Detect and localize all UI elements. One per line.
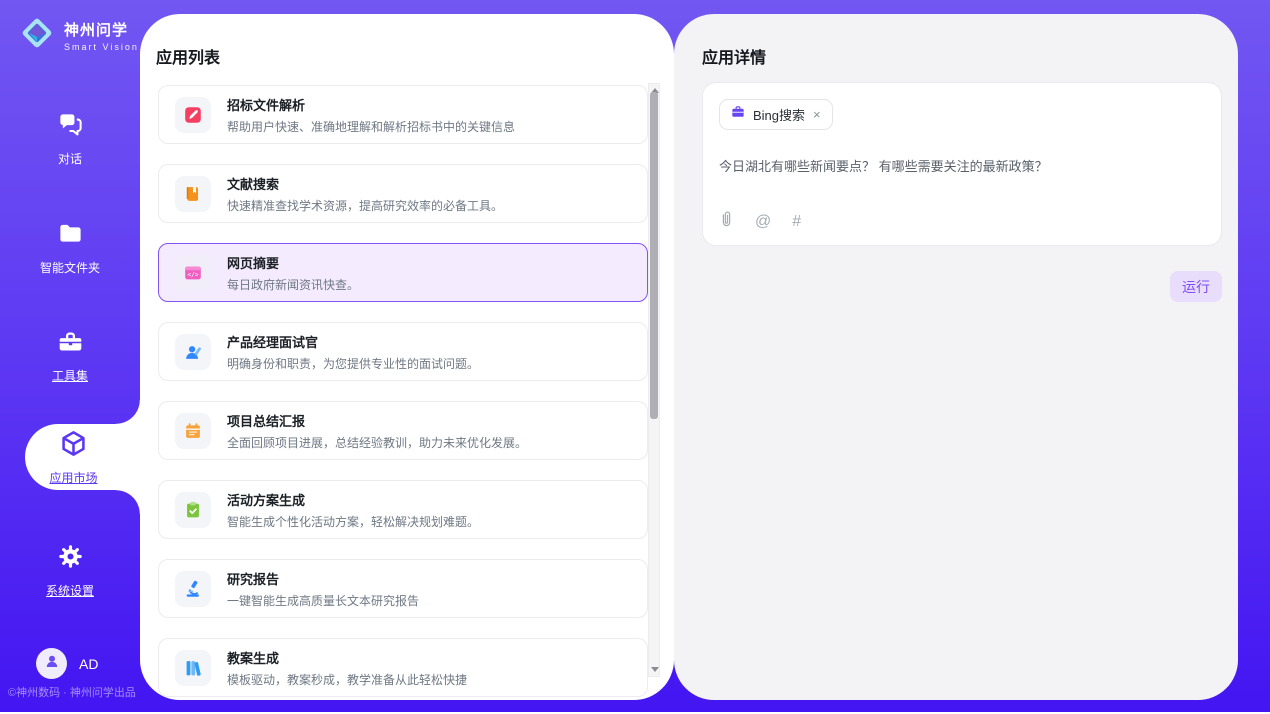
cube-icon [59, 429, 88, 463]
brand-logo: 神州问学 Smart Vision [18, 14, 139, 57]
sidebar-item-label: 对话 [58, 150, 82, 167]
app-card-desc: 明确身份和职责，为您提供专业性的面试问题。 [227, 355, 479, 372]
app-card-pm-interviewer[interactable]: 产品经理面试官 明确身份和职责，为您提供专业性的面试问题。 [158, 322, 648, 381]
app-card-title: 研究报告 [227, 569, 419, 588]
sidebar-item-app-market[interactable]: 应用市场 [25, 424, 140, 490]
brand-name: 神州问学 [64, 19, 139, 40]
app-card-title: 产品经理面试官 [227, 332, 479, 351]
scroll-down-arrow-icon[interactable] [651, 667, 659, 672]
paperclip-icon[interactable] [719, 210, 734, 233]
hash-icon[interactable]: # [792, 214, 801, 230]
sidebar-item-label: 工具集 [52, 367, 88, 384]
app-card-desc: 帮助用户快速、准确地理解和解析招标书中的关键信息 [227, 118, 515, 135]
app-list: 招标文件解析 帮助用户快速、准确地理解和解析招标书中的关键信息 文献搜索 快速精… [158, 85, 648, 697]
person-icon [43, 652, 61, 675]
sidebar-item-label: 应用市场 [49, 469, 97, 486]
user-account[interactable]: AD [36, 648, 98, 679]
scrollbar-thumb[interactable] [650, 92, 658, 419]
app-card-title: 招标文件解析 [227, 95, 515, 114]
sidebar-item-toolset[interactable]: 工具集 [0, 328, 140, 384]
at-icon[interactable]: @ [755, 214, 771, 230]
interviewer-icon [175, 334, 211, 370]
list-scrollbar[interactable] [648, 83, 660, 677]
user-initials: AD [79, 656, 98, 672]
app-card-desc: 模板驱动，教案秒成，教学准备从此轻松快捷 [227, 671, 467, 688]
copyright-text: ©神州数码 · 神州问学出品 [8, 684, 136, 700]
brand-subtitle: Smart Vision [64, 42, 139, 52]
sidebar: 神州问学 Smart Vision 对话 智能文件夹 [0, 0, 140, 712]
app-list-panel: 应用列表 招标文件解析 帮助用户快速、准确地理解和解析招标书中的关键信息 [140, 14, 674, 700]
tool-chip-bing-search[interactable]: Bing搜索 × [719, 99, 833, 130]
app-card-lesson-plan[interactable]: 教案生成 模板驱动，教案秒成，教学准备从此轻松快捷 [158, 638, 648, 697]
app-card-title: 教案生成 [227, 648, 467, 667]
prompt-card: Bing搜索 × 今日湖北有哪些新闻要点？ 有哪些需要关注的最新政策？ @ # [702, 82, 1222, 246]
toolbox-icon [57, 328, 84, 360]
browser-code-icon: </> [175, 255, 211, 291]
sidebar-item-settings[interactable]: 系统设置 [0, 543, 140, 599]
gear-icon [57, 543, 84, 575]
app-card-research-report[interactable]: 研究报告 一键智能生成高质量长文本研究报告 [158, 559, 648, 618]
microscope-icon [175, 571, 211, 607]
app-window: 神州问学 Smart Vision 对话 智能文件夹 [0, 0, 1270, 714]
app-card-desc: 快速精准查找学术资源，提高研究效率的必备工具。 [227, 197, 503, 214]
folder-icon [57, 220, 84, 252]
svg-text:</>: </> [187, 271, 198, 278]
book-icon [175, 176, 211, 212]
sidebar-item-chat[interactable]: 对话 [0, 111, 140, 167]
avatar [36, 648, 67, 679]
attachment-toolbar: @ # [719, 210, 801, 233]
app-card-desc: 全面回顾项目进展，总结经验教训，助力未来优化发展。 [227, 434, 527, 451]
app-card-title: 活动方案生成 [227, 490, 479, 509]
tool-chip-label: Bing搜索 [753, 105, 805, 124]
calendar-icon [175, 413, 211, 449]
app-card-bid-parse[interactable]: 招标文件解析 帮助用户快速、准确地理解和解析招标书中的关键信息 [158, 85, 648, 144]
sidebar-item-label: 系统设置 [46, 582, 94, 599]
chat-icon [57, 111, 84, 143]
sidebar-item-label: 智能文件夹 [40, 259, 100, 276]
pill-fillet-bottom [116, 490, 140, 514]
diamond-logo-icon [18, 14, 56, 57]
app-card-project-summary[interactable]: 项目总结汇报 全面回顾项目进展，总结经验教训，助力未来优化发展。 [158, 401, 648, 460]
app-detail-panel: 应用详情 Bing搜索 × 今日湖北有哪些新闻要点？ 有哪些需要关注的最新政策？ [674, 14, 1238, 700]
app-card-event-plan[interactable]: 活动方案生成 智能生成个性化活动方案，轻松解决规划难题。 [158, 480, 648, 539]
pill-fillet-top [116, 400, 140, 424]
sidebar-item-smart-folder[interactable]: 智能文件夹 [0, 220, 140, 276]
briefcase-icon [730, 104, 746, 125]
books-icon [175, 650, 211, 686]
clipboard-check-icon [175, 492, 211, 528]
edit-icon [175, 97, 211, 133]
app-card-literature-search[interactable]: 文献搜索 快速精准查找学术资源，提高研究效率的必备工具。 [158, 164, 648, 223]
app-card-title: 网页摘要 [227, 253, 359, 272]
app-detail-title: 应用详情 [702, 44, 766, 68]
query-input-text[interactable]: 今日湖北有哪些新闻要点？ 有哪些需要关注的最新政策？ [719, 156, 1205, 175]
app-list-title: 应用列表 [156, 44, 220, 68]
app-card-desc: 每日政府新闻资讯快查。 [227, 276, 359, 293]
run-button[interactable]: 运行 [1170, 271, 1222, 302]
app-card-title: 文献搜索 [227, 174, 503, 193]
app-card-web-summary[interactable]: </> 网页摘要 每日政府新闻资讯快查。 [158, 243, 648, 302]
app-card-title: 项目总结汇报 [227, 411, 527, 430]
app-card-desc: 智能生成个性化活动方案，轻松解决规划难题。 [227, 513, 479, 530]
app-card-desc: 一键智能生成高质量长文本研究报告 [227, 592, 419, 609]
close-icon[interactable]: × [812, 107, 822, 122]
